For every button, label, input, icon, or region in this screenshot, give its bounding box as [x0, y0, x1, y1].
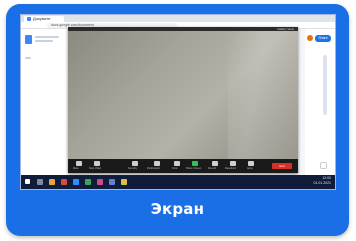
reactions-icon[interactable] [230, 161, 236, 166]
share-label: Share [318, 36, 328, 40]
chat-label: Chat [172, 167, 178, 170]
scrollbar[interactable] [323, 55, 327, 115]
video-icon[interactable] [94, 161, 100, 166]
record-label: Record [208, 167, 217, 170]
video-call-window: Gallery View Mute Stop Video Security Pa… [68, 27, 298, 173]
apps-icon[interactable] [248, 161, 254, 166]
system-clock[interactable]: 12:00 01.01.2021 [313, 176, 331, 186]
record-icon[interactable] [212, 161, 218, 166]
video-label: Stop Video [89, 167, 102, 170]
mute-icon[interactable] [76, 161, 82, 166]
security-icon[interactable] [132, 161, 138, 166]
search-icon[interactable] [37, 179, 43, 185]
docs-panel [21, 29, 69, 177]
share-button[interactable]: Share [315, 35, 331, 42]
meeting-controls: Mute Stop Video Security Participants Ch… [68, 159, 298, 173]
share-screen-label: Share Screen [186, 167, 202, 170]
share-screen-icon[interactable] [192, 161, 198, 166]
end-label: End [279, 164, 285, 168]
windows-taskbar: 12:00 01.01.2021 [21, 175, 335, 189]
docs-toolbar-right: Share [305, 29, 335, 177]
page-nav-button[interactable] [320, 162, 327, 169]
card-caption: Экран [150, 200, 205, 218]
app-icon[interactable] [121, 179, 127, 185]
app-icon[interactable] [97, 179, 103, 185]
participants-icon[interactable] [154, 161, 160, 166]
chat-icon[interactable] [174, 161, 180, 166]
feature-card[interactable]: Документ docs.google.com/document Share … [6, 4, 349, 236]
reactions-label: Reactions [225, 167, 237, 170]
participants-label: Participants [147, 167, 161, 170]
camera-feed [68, 31, 298, 159]
docs-icon [25, 35, 32, 44]
screenshot-preview: Документ docs.google.com/document Share … [20, 14, 336, 190]
security-label: Security [128, 167, 138, 170]
chrome-icon[interactable] [61, 179, 67, 185]
avatar[interactable] [307, 35, 313, 41]
zoom-icon[interactable] [73, 179, 79, 185]
docs-title-line [35, 36, 59, 38]
end-meeting-button[interactable]: End [272, 163, 292, 169]
folder-icon[interactable] [49, 179, 55, 185]
docs-outline-marker [25, 57, 31, 59]
docs-menu-line [35, 40, 53, 42]
browser-tab-bar: Документ [21, 15, 335, 22]
apps-label: Apps [247, 167, 253, 170]
app-icon[interactable] [109, 179, 115, 185]
start-icon[interactable] [25, 179, 30, 184]
app-icon[interactable] [85, 179, 91, 185]
docs-favicon-icon [27, 17, 31, 21]
wall-shading [228, 31, 298, 159]
mute-label: Mute [73, 167, 79, 170]
clock-date: 01.01.2021 [313, 181, 331, 185]
